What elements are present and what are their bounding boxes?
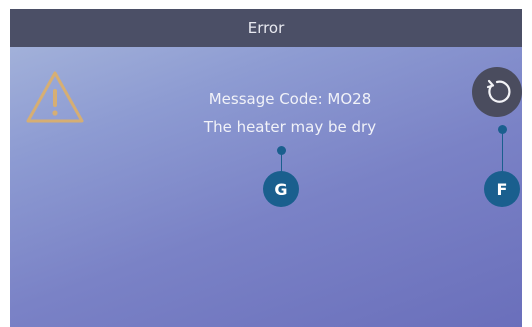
callout-f-line [502,129,503,173]
error-screen: Error Message Code: MO28 The heater may … [10,9,522,327]
refresh-icon [486,79,511,103]
error-message: Message Code: MO28 The heater may be dry [150,85,430,141]
page-title: Error [247,19,285,37]
callout-f-badge: F [484,171,520,207]
callout-g-badge: G [263,171,299,207]
message-code: Message Code: MO28 [208,90,372,108]
refresh-button[interactable] [472,67,522,117]
callout-g-line [281,150,282,172]
message-description: The heater may be dry [203,118,377,136]
header-bar: Error [10,9,522,47]
warning-triangle-icon [24,69,86,125]
